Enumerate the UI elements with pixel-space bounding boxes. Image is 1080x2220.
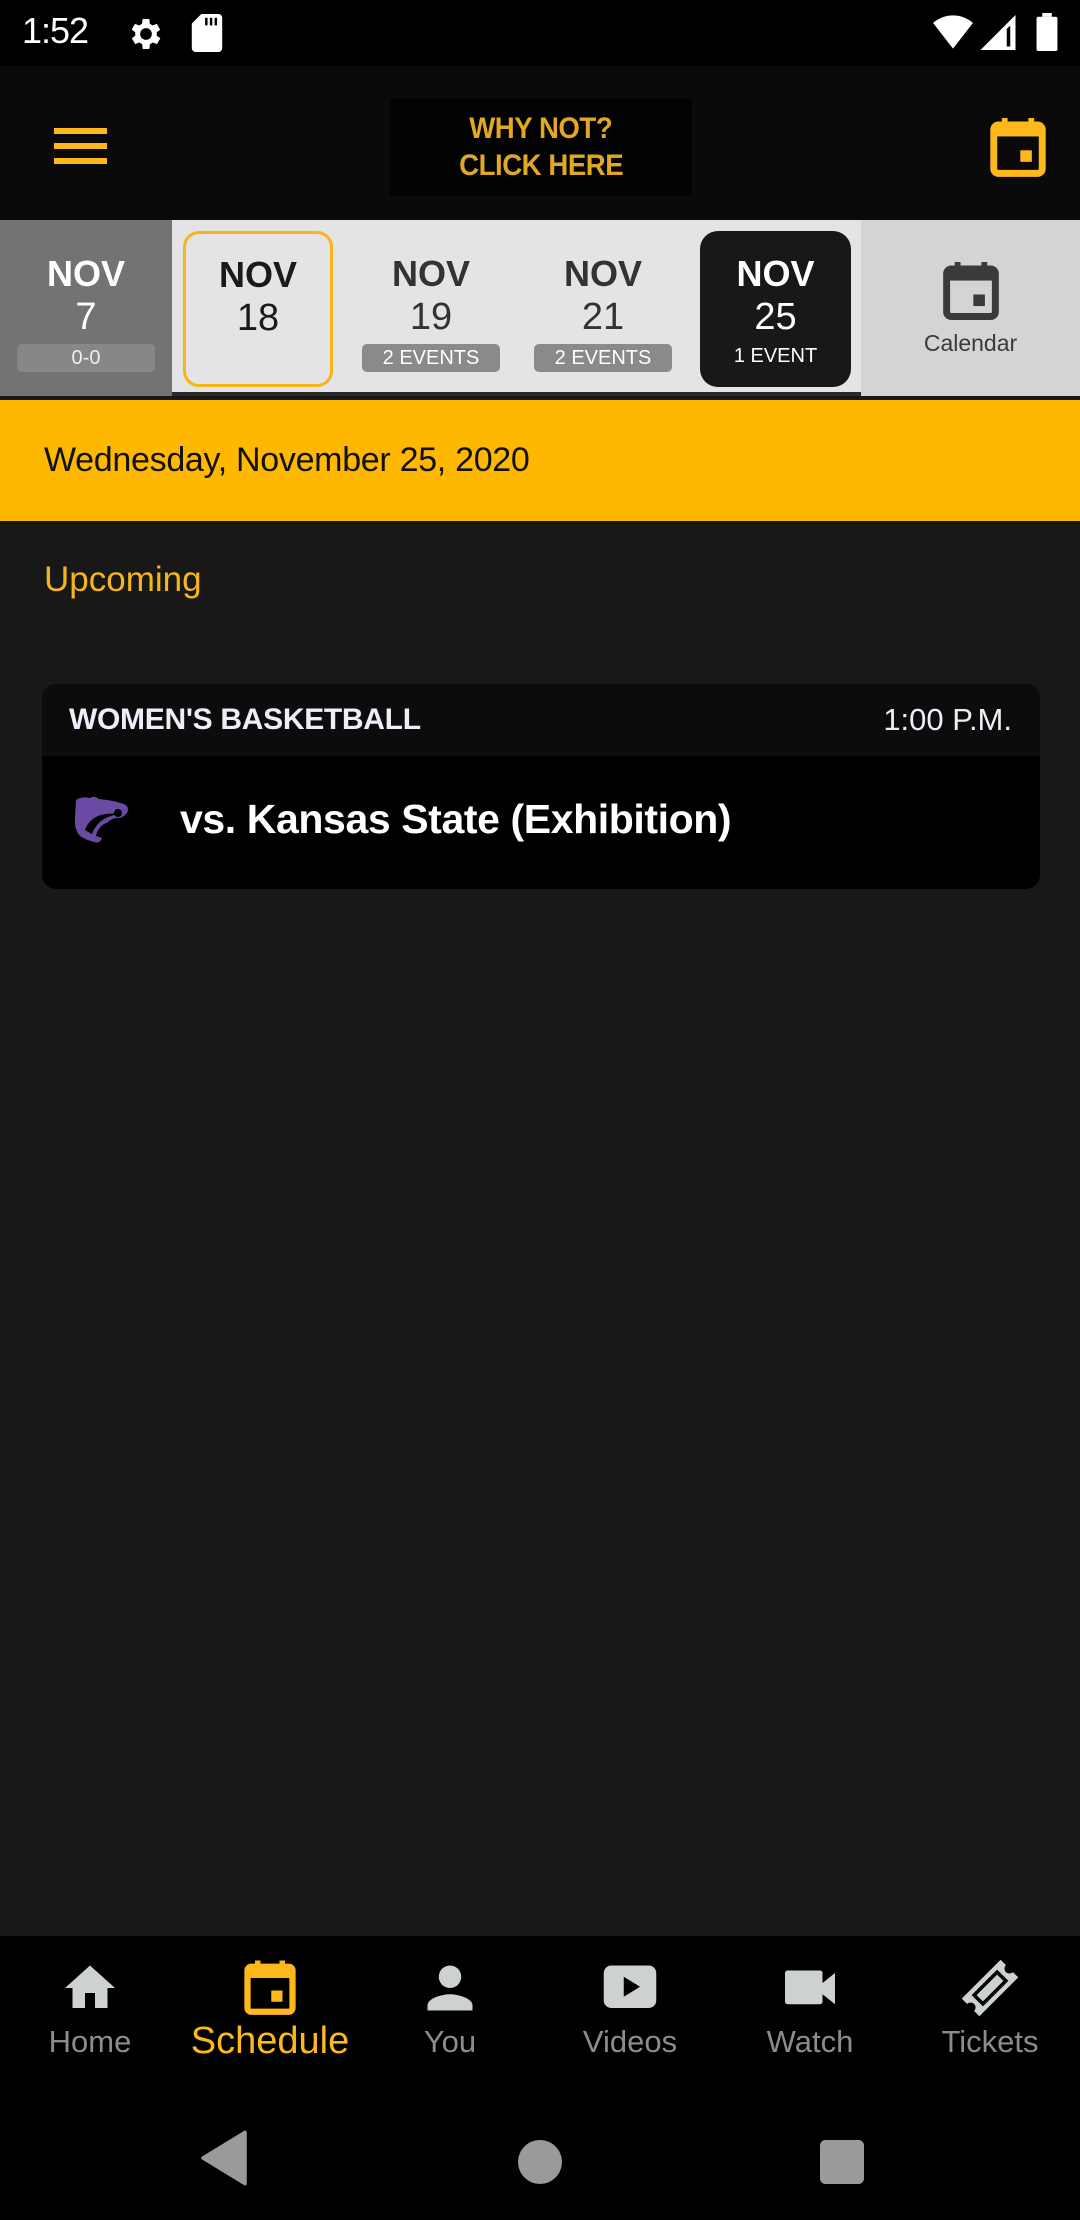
event-time: 1:00 P.M. <box>883 702 1012 737</box>
selected-date-text: Wednesday, November 25, 2020 <box>44 441 530 479</box>
hamburger-menu-icon[interactable] <box>50 116 110 176</box>
date-day: 25 <box>754 296 797 338</box>
nav-videos[interactable]: Videos <box>540 1936 720 2070</box>
date-day: 7 <box>75 296 97 338</box>
nav-label: Tickets <box>941 2024 1039 2059</box>
event-title: vs. Kansas State (Exhibition) <box>180 796 732 842</box>
person-icon <box>427 1965 473 2011</box>
calendar-label: Calendar <box>923 330 1018 356</box>
date-item-nov-18[interactable]: NOV 18 <box>183 231 333 387</box>
signal-icon <box>980 15 1016 50</box>
status-time: 1:52 <box>22 10 89 51</box>
promo-line-1: WHY NOT? <box>469 112 613 145</box>
selected-date-header: Wednesday, November 25, 2020 <box>0 400 1080 521</box>
event-count-badge: 2 EVENTS <box>534 344 672 372</box>
nav-label: Schedule <box>190 2020 350 2062</box>
upcoming-section-label: Upcoming <box>44 560 202 599</box>
date-month: NOV <box>736 253 815 294</box>
date-record-badge: 0-0 <box>17 344 155 372</box>
nav-label: Videos <box>582 2024 678 2059</box>
date-day: 18 <box>236 297 280 339</box>
home-icon <box>65 1965 115 2008</box>
promo-banner[interactable]: WHY NOT? CLICK HERE <box>390 98 692 196</box>
calendar-icon[interactable] <box>990 118 1046 178</box>
wifi-icon <box>933 15 973 49</box>
event-count-badge: 2 EVENTS <box>362 344 500 372</box>
status-bar: 1:52 <box>0 0 1080 66</box>
nav-you[interactable]: You <box>360 1936 540 2070</box>
promo-line-2: CLICK HERE <box>458 149 624 182</box>
kansas-state-wildcat-logo-icon <box>74 796 128 842</box>
ticket-icon <box>961 1959 1019 2017</box>
battery-icon <box>1036 13 1058 51</box>
back-icon[interactable] <box>200 2130 248 2186</box>
event-card-body: vs. Kansas State (Exhibition) <box>42 756 1040 889</box>
app-header: WHY NOT? CLICK HERE <box>0 66 1080 220</box>
date-item-nov-25-selected[interactable]: NOV 25 1 EVENT <box>700 231 851 387</box>
bottom-navigation: Home Schedule You Videos Watch Tickets <box>0 1936 1080 2070</box>
recent-apps-icon[interactable] <box>820 2140 864 2184</box>
calendar-icon <box>942 262 999 320</box>
nav-label: Watch <box>766 2024 854 2059</box>
home-button-icon[interactable] <box>518 2140 562 2184</box>
gear-icon <box>131 19 161 49</box>
date-month: NOV <box>391 253 470 294</box>
event-count-badge: 1 EVENT <box>733 345 818 367</box>
system-navigation-bar <box>0 2070 1080 2220</box>
event-card-header: WOMEN'S BASKETBALL 1:00 P.M. <box>42 684 1040 756</box>
event-card[interactable]: WOMEN'S BASKETBALL 1:00 P.M. vs. Kansas … <box>42 684 1040 889</box>
date-strip: NOV 7 0-0 NOV 18 NOV 19 2 EVENTS NOV 21 … <box>0 220 1080 396</box>
date-month: NOV <box>46 253 125 294</box>
date-month: NOV <box>563 253 642 294</box>
event-sport: WOMEN'S BASKETBALL <box>69 703 421 736</box>
nav-home[interactable]: Home <box>0 1936 180 2070</box>
nav-watch[interactable]: Watch <box>720 1936 900 2070</box>
nav-label: You <box>423 2024 477 2059</box>
sd-card-icon <box>191 14 223 52</box>
video-camera-icon <box>785 1970 835 2005</box>
date-item-nov-19[interactable]: NOV 19 2 EVENTS <box>356 220 506 396</box>
date-item-nov-7[interactable]: NOV 7 0-0 <box>0 220 172 396</box>
calendar-button[interactable]: Calendar <box>861 220 1080 396</box>
calendar-icon <box>244 1960 296 2015</box>
nav-label: Home <box>48 2024 132 2059</box>
date-day: 19 <box>409 296 453 338</box>
date-month: NOV <box>218 254 297 295</box>
nav-schedule[interactable]: Schedule <box>180 1936 360 2070</box>
nav-tickets[interactable]: Tickets <box>900 1936 1080 2070</box>
play-video-icon <box>603 1965 657 2008</box>
date-day: 21 <box>581 296 625 338</box>
date-item-nov-21[interactable]: NOV 21 2 EVENTS <box>528 220 678 396</box>
